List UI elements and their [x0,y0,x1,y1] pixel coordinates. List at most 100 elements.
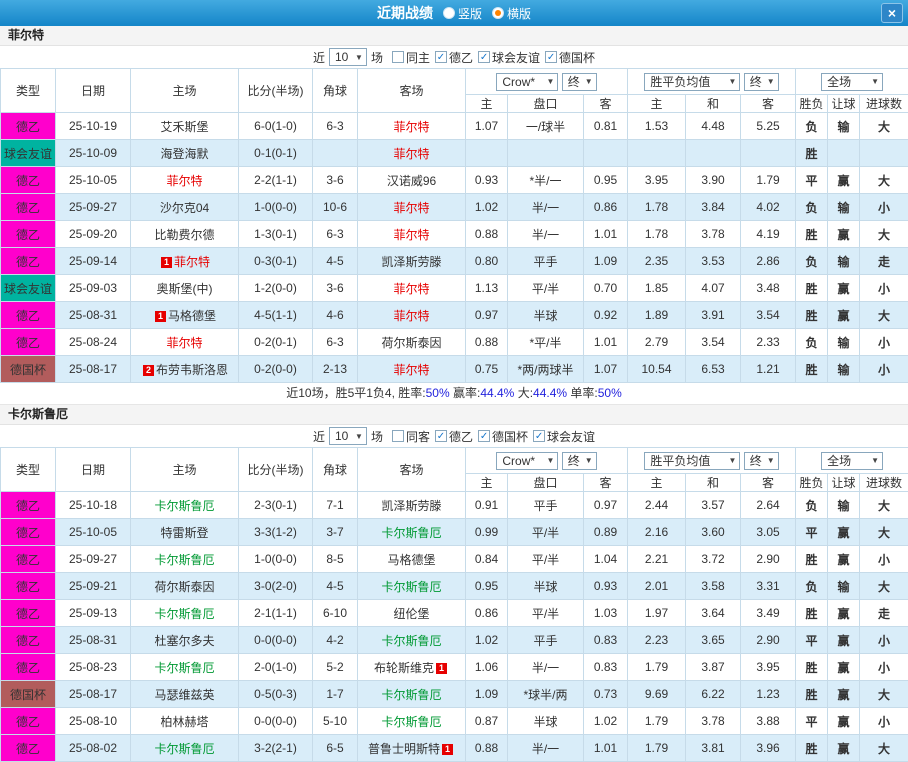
eu-draw-odds: 3.87 [686,654,741,681]
match-date: 25-10-09 [56,140,131,167]
match-row: 德乙25-10-19艾禾斯堡6-0(1-0)6-3菲尔特1.07一/球半0.81… [1,113,908,140]
goals-result: 大 [860,573,908,600]
final-asia-select[interactable]: 终▼ [562,452,597,470]
corners: 6-3 [313,113,358,140]
away-team: 菲尔特 [358,356,466,383]
checkbox-checked-icon[interactable]: ✓ [478,51,490,63]
checkbox-unchecked-icon[interactable] [392,430,404,442]
eu-home-odds: 1.89 [628,302,686,329]
close-icon: × [888,5,896,21]
match-date: 25-10-18 [56,492,131,519]
away-team-name: 卡尔斯鲁厄 [381,634,441,648]
score: 0-2(0-0) [239,356,313,383]
away-team: 卡尔斯鲁厄 [358,519,466,546]
competition-type: 德国杯 [1,356,56,383]
corners: 3-6 [313,275,358,302]
home-team-name: 奥斯堡(中) [157,282,213,296]
final-eu-select[interactable]: 终▼ [744,73,779,91]
col-asia-home: 主 [466,474,508,492]
corners: 3-6 [313,167,358,194]
summary-text: 44.4% [480,386,514,400]
filter-checkbox[interactable]: ✓球会友谊 [478,49,540,66]
radio-icon[interactable] [443,7,455,19]
checkbox-checked-icon[interactable]: ✓ [533,430,545,442]
wdl-average-select[interactable]: 胜平负均值▼ [644,452,740,470]
wdl-average-select[interactable]: 胜平负均值▼ [644,73,740,91]
result: 负 [796,492,828,519]
eu-away-odds: 3.31 [741,573,796,600]
home-team-name: 沙尔克04 [160,201,209,215]
competition-type: 德乙 [1,654,56,681]
match-row: 德乙25-08-10柏林赫塔0-0(0-0)5-10卡尔斯鲁厄0.87半球1.0… [1,708,908,735]
team-section-1: 菲尔特 近 10 ▼ 场 同主✓德乙✓球会友谊✓德国杯 类型 日期 主场 [0,26,908,405]
eu-draw-odds: 3.84 [686,194,741,221]
filter-checkbox[interactable]: 同客 [392,428,430,445]
handicap-result: 输 [828,194,860,221]
handicap-result: 输 [828,113,860,140]
result: 负 [796,329,828,356]
filter-checkbox[interactable]: ✓德乙 [435,428,473,445]
checkbox-unchecked-icon[interactable] [392,51,404,63]
score: 0-3(0-1) [239,248,313,275]
bookmaker-select[interactable]: Crow*▼ [496,73,558,91]
col-asia-away: 客 [584,474,628,492]
final-asia-select[interactable]: 终▼ [562,73,597,91]
col-handicap-result: 让球 [828,474,860,492]
away-team-name: 菲尔特 [393,120,429,134]
asia-away-odds [584,140,628,167]
goals-result: 小 [860,275,908,302]
radio-icon[interactable] [492,7,504,19]
match-date: 25-08-10 [56,708,131,735]
handicap-result: 赢 [828,600,860,627]
bookmaker-select[interactable]: Crow*▼ [496,452,558,470]
layout-radio-selected[interactable]: 横版 [492,5,531,22]
eu-away-odds: 2.64 [741,492,796,519]
checkbox-checked-icon[interactable]: ✓ [478,430,490,442]
scope-select-value: 全场 [827,73,851,90]
eu-draw-odds: 3.58 [686,573,741,600]
asia-away-odds: 1.01 [584,221,628,248]
chevron-down-icon: ▼ [871,456,879,465]
match-count-select[interactable]: 10 ▼ [329,48,367,66]
home-team-name: 特雷斯登 [160,526,208,540]
checkbox-checked-icon[interactable]: ✓ [545,51,557,63]
goals-result: 走 [860,600,908,627]
checkbox-checked-icon[interactable]: ✓ [435,430,447,442]
asia-handicap: 半球 [508,302,584,329]
home-team-name: 卡尔斯鲁厄 [154,553,214,567]
scope-select[interactable]: 全场▼ [821,452,883,470]
final-eu-select[interactable]: 终▼ [744,452,779,470]
eu-draw-odds: 3.60 [686,519,741,546]
eu-home-odds: 1.85 [628,275,686,302]
asia-home-odds: 0.88 [466,735,508,762]
home-team: 奥斯堡(中) [131,275,239,302]
asia-handicap: 平手 [508,627,584,654]
filter-checkbox[interactable]: ✓德乙 [435,49,473,66]
col-result: 胜负 [796,95,828,113]
goals-result: 小 [860,546,908,573]
asia-away-odds: 1.03 [584,600,628,627]
eu-draw-odds: 3.57 [686,492,741,519]
asia-away-odds: 0.83 [584,627,628,654]
competition-type: 德国杯 [1,681,56,708]
filter-checkbox[interactable]: ✓德国杯 [545,49,595,66]
close-button[interactable]: × [881,3,903,23]
filter-checkbox[interactable]: 同主 [392,49,430,66]
near-label: 近 [313,428,325,445]
filter-checkbox[interactable]: ✓球会友谊 [533,428,595,445]
checkbox-checked-icon[interactable]: ✓ [435,51,447,63]
goals-result: 大 [860,221,908,248]
match-count-select[interactable]: 10 ▼ [329,427,367,445]
filter-checkbox-label: 德国杯 [492,428,528,445]
match-date: 25-09-20 [56,221,131,248]
competition-type: 德乙 [1,167,56,194]
filter-checkbox[interactable]: ✓德国杯 [478,428,528,445]
competition-type: 德乙 [1,248,56,275]
asia-handicap: 半球 [508,573,584,600]
scope-select[interactable]: 全场▼ [821,73,883,91]
home-team-name: 卡尔斯鲁厄 [154,499,214,513]
layout-radio-unselected[interactable]: 竖版 [443,5,482,22]
away-team: 菲尔特 [358,140,466,167]
eu-odds-header: 胜平负均值▼ 终▼ [628,69,796,95]
score: 0-0(0-0) [239,627,313,654]
